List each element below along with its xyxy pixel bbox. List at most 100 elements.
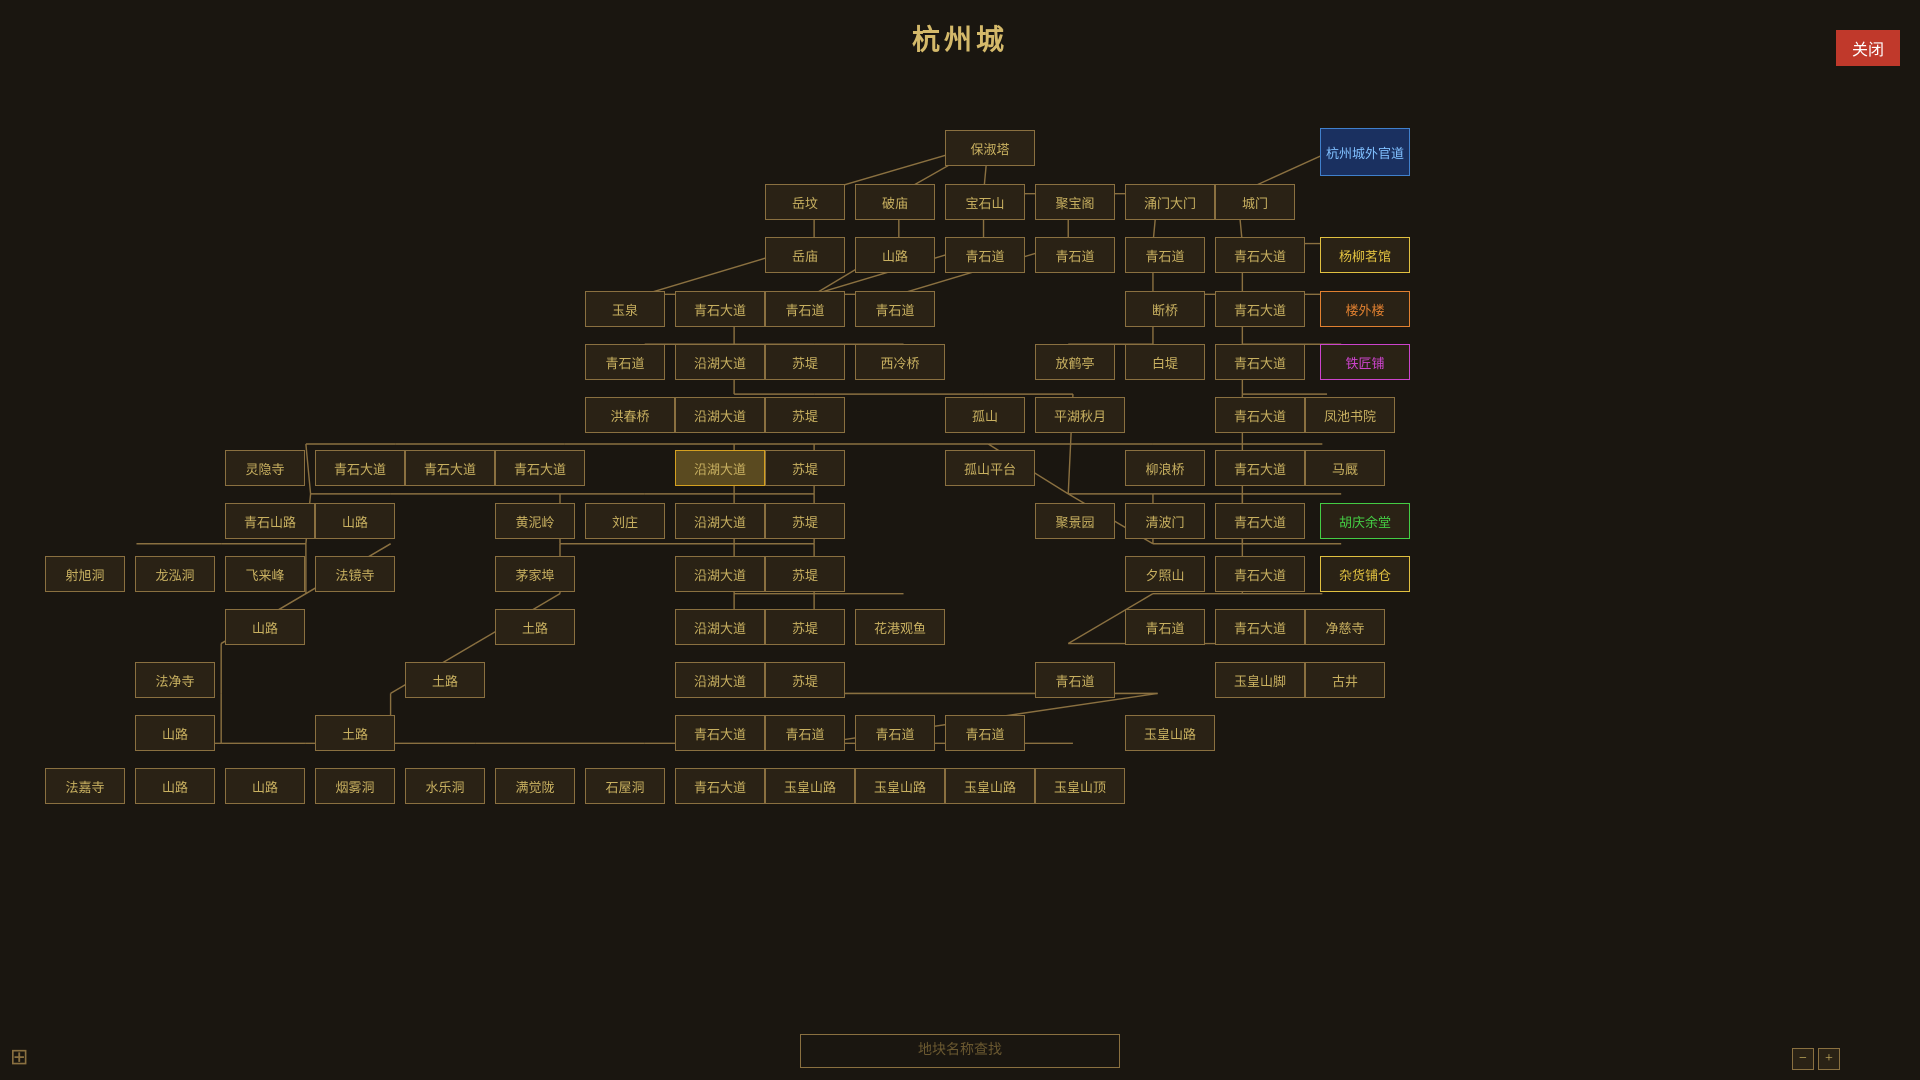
- node-fahasi[interactable]: 法嘉寺: [45, 768, 125, 804]
- node-sudi1[interactable]: 苏堤: [765, 344, 845, 380]
- node-yanhudadao6[interactable]: 沿湖大道: [675, 609, 765, 645]
- node-huagangguanyu[interactable]: 花港观鱼: [855, 609, 945, 645]
- node-gujing[interactable]: 古井: [1305, 662, 1385, 698]
- node-qingshidao7[interactable]: 青石道: [1125, 609, 1205, 645]
- node-sudi5[interactable]: 苏堤: [765, 556, 845, 592]
- node-duanqiao[interactable]: 断桥: [1125, 291, 1205, 327]
- node-sudi3[interactable]: 苏堤: [765, 450, 845, 486]
- node-yongmen[interactable]: 涌门大门: [1125, 184, 1215, 220]
- node-yuemiao[interactable]: 岳庙: [765, 237, 845, 273]
- node-huangnialing[interactable]: 黄泥岭: [495, 503, 575, 539]
- node-yuefen[interactable]: 岳坟: [765, 184, 845, 220]
- node-yanhudadao4[interactable]: 沿湖大道: [675, 503, 765, 539]
- node-qingshidadao1[interactable]: 青石大道: [1215, 237, 1305, 273]
- node-yanhudadao2[interactable]: 沿湖大道: [675, 397, 765, 433]
- node-qingshidao3[interactable]: 青石道: [1125, 237, 1205, 273]
- node-xizhaoshan[interactable]: 夕照山: [1125, 556, 1205, 592]
- node-shanlu4[interactable]: 山路: [135, 715, 215, 751]
- node-yanhudadao1[interactable]: 沿湖大道: [675, 344, 765, 380]
- node-qingshishanlu[interactable]: 青石山路: [225, 503, 315, 539]
- node-shexudong[interactable]: 射旭洞: [45, 556, 125, 592]
- node-tulu2[interactable]: 土路: [405, 662, 485, 698]
- node-shanlu1[interactable]: 山路: [855, 237, 935, 273]
- node-qingshidao8[interactable]: 青石道: [1035, 662, 1115, 698]
- node-lingyinsi[interactable]: 灵隐寺: [225, 450, 305, 486]
- node-shanlu6[interactable]: 山路: [225, 768, 305, 804]
- node-yanhudadao7[interactable]: 沿湖大道: [675, 662, 765, 698]
- node-yanhudadao3[interactable]: 沿湖大道: [675, 450, 765, 486]
- node-manjuedong[interactable]: 满觉陇: [495, 768, 575, 804]
- node-louwailo[interactable]: 楼外楼: [1320, 291, 1410, 327]
- node-qingshidao2[interactable]: 青石道: [1035, 237, 1115, 273]
- search-input[interactable]: [800, 1034, 1120, 1068]
- node-longfengdong[interactable]: 龙泓洞: [135, 556, 215, 592]
- node-fangheting[interactable]: 放鹤亭: [1035, 344, 1115, 380]
- node-qingshidao5[interactable]: 青石道: [855, 291, 935, 327]
- node-malu[interactable]: 马厩: [1305, 450, 1385, 486]
- node-hongchunqiao[interactable]: 洪春桥: [585, 397, 675, 433]
- node-sudi7[interactable]: 苏堤: [765, 662, 845, 698]
- zoom-minus[interactable]: −: [1792, 1048, 1814, 1070]
- node-hangzhouchengwai[interactable]: 杭州城外官道: [1320, 128, 1410, 176]
- node-yangliumaoguan[interactable]: 杨柳茗馆: [1320, 237, 1410, 273]
- node-qingshidao10[interactable]: 青石道: [855, 715, 935, 751]
- node-baosuta[interactable]: 保淑塔: [945, 130, 1035, 166]
- node-yuhuangshanlu[interactable]: 玉皇山路: [1125, 715, 1215, 751]
- node-qingshidao6[interactable]: 青石道: [585, 344, 665, 380]
- node-yuhuangshanlu4[interactable]: 玉皇山路: [945, 768, 1035, 804]
- node-tulu3[interactable]: 土路: [315, 715, 395, 751]
- node-qingshidadao2[interactable]: 青石大道: [675, 291, 765, 327]
- node-qingshidao1[interactable]: 青石道: [945, 237, 1025, 273]
- node-maojiabu[interactable]: 茅家埠: [495, 556, 575, 592]
- node-shanlu2[interactable]: 山路: [315, 503, 395, 539]
- node-yuhuangshanlu3[interactable]: 玉皇山路: [855, 768, 945, 804]
- node-baidi[interactable]: 白堤: [1125, 344, 1205, 380]
- node-qingshidadao4[interactable]: 青石大道: [1215, 344, 1305, 380]
- node-yanwudong[interactable]: 烟雾洞: [315, 768, 395, 804]
- node-fajingsi2[interactable]: 法净寺: [135, 662, 215, 698]
- node-jujingyuan[interactable]: 聚景园: [1035, 503, 1115, 539]
- node-qingshidadao3[interactable]: 青石大道: [1215, 291, 1305, 327]
- node-gushanpingtai[interactable]: 孤山平台: [945, 450, 1035, 486]
- search-bar[interactable]: [800, 1034, 1120, 1068]
- node-sudi4[interactable]: 苏堤: [765, 503, 845, 539]
- node-yuquan[interactable]: 玉泉: [585, 291, 665, 327]
- node-qingshidadao7[interactable]: 青石大道: [405, 450, 495, 486]
- node-jubaoige[interactable]: 聚宝阁: [1035, 184, 1115, 220]
- node-qingshidadao12[interactable]: 青石大道: [1215, 609, 1305, 645]
- node-liulanqiao[interactable]: 柳浪桥: [1125, 450, 1205, 486]
- node-qingshidao11[interactable]: 青石道: [945, 715, 1025, 751]
- node-qingshidadao11[interactable]: 青石大道: [1215, 556, 1305, 592]
- node-pomiao[interactable]: 破庙: [855, 184, 935, 220]
- node-qingshidadao6[interactable]: 青石大道: [315, 450, 405, 486]
- node-jingcisi[interactable]: 净慈寺: [1305, 609, 1385, 645]
- node-xilengqiao[interactable]: 西冷桥: [855, 344, 945, 380]
- node-shanlu3[interactable]: 山路: [225, 609, 305, 645]
- node-qingshidao9[interactable]: 青石道: [765, 715, 845, 751]
- node-zahuopucang[interactable]: 杂货铺仓: [1320, 556, 1410, 592]
- node-qingshidadao14[interactable]: 青石大道: [675, 768, 765, 804]
- node-huqingyutang[interactable]: 胡庆余堂: [1320, 503, 1410, 539]
- node-qingshidadao5[interactable]: 青石大道: [1215, 397, 1305, 433]
- node-shuiledong[interactable]: 水乐洞: [405, 768, 485, 804]
- node-qingshidadao10[interactable]: 青石大道: [1215, 503, 1305, 539]
- node-yuhuangshanlu2[interactable]: 玉皇山路: [765, 768, 855, 804]
- node-yuhuangshanjiao[interactable]: 玉皇山脚: [1215, 662, 1305, 698]
- node-feilaifeng[interactable]: 飞来峰: [225, 556, 305, 592]
- node-tiejianpu[interactable]: 铁匠铺: [1320, 344, 1410, 380]
- node-chengmen[interactable]: 城门: [1215, 184, 1295, 220]
- node-gushan[interactable]: 孤山: [945, 397, 1025, 433]
- node-qingshidadao8[interactable]: 青石大道: [495, 450, 585, 486]
- node-baoshishan[interactable]: 宝石山: [945, 184, 1025, 220]
- node-sudi2[interactable]: 苏堤: [765, 397, 845, 433]
- node-yanhudadao5[interactable]: 沿湖大道: [675, 556, 765, 592]
- node-liuzhuang[interactable]: 刘庄: [585, 503, 665, 539]
- node-fajingsi[interactable]: 法镜寺: [315, 556, 395, 592]
- node-qingshidao4[interactable]: 青石道: [765, 291, 845, 327]
- zoom-plus[interactable]: +: [1818, 1048, 1840, 1070]
- node-pinghushiqiu[interactable]: 平湖秋月: [1035, 397, 1125, 433]
- node-shiwudong[interactable]: 石屋洞: [585, 768, 665, 804]
- node-qingshidadao13[interactable]: 青石大道: [675, 715, 765, 751]
- node-sudi6[interactable]: 苏堤: [765, 609, 845, 645]
- node-qingshidadao9[interactable]: 青石大道: [1215, 450, 1305, 486]
